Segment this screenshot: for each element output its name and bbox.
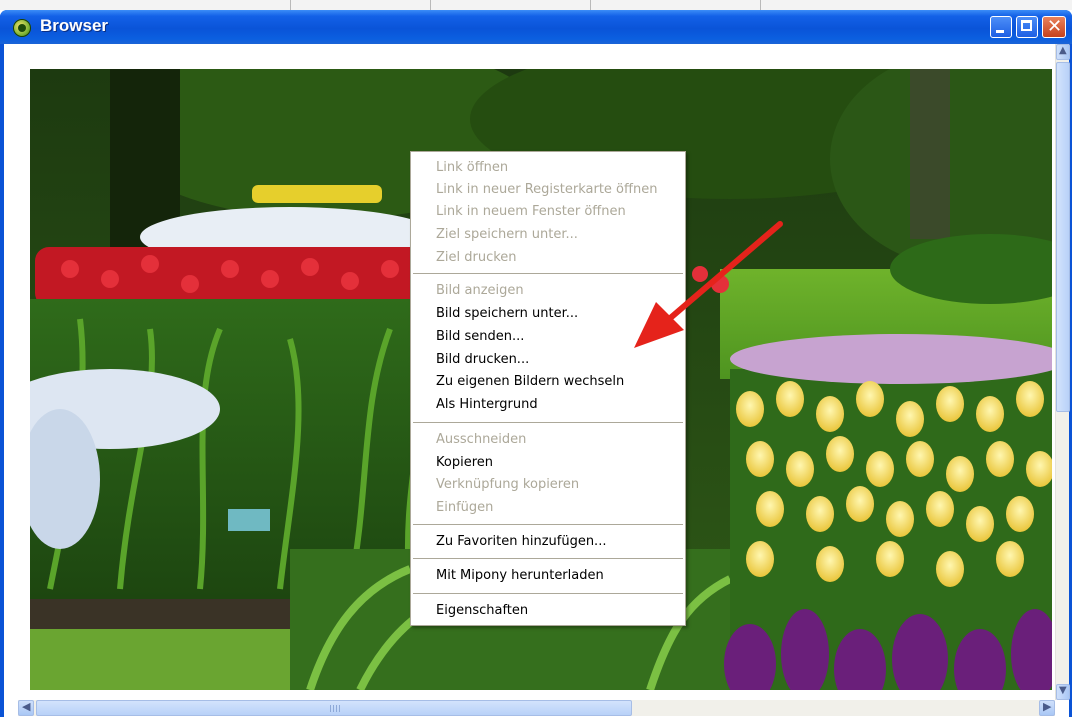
horizontal-scroll-thumb[interactable] [36, 700, 632, 716]
menu-item-bild-speichern-unter[interactable]: Bild speichern unter... [436, 303, 578, 325]
scroll-down-arrow-icon: ▼ [1059, 685, 1067, 696]
scroll-up-button[interactable]: ▲ [1056, 44, 1070, 60]
background-divider [760, 0, 761, 10]
menu-item-ausschneiden[interactable]: Ausschneiden [436, 429, 526, 451]
close-icon: ✕ [1047, 16, 1063, 37]
menu-item-eigenschaften[interactable]: Eigenschaften [436, 600, 528, 622]
menu-item-kopieren[interactable]: Kopieren [436, 452, 493, 474]
menu-item-bild-drucken[interactable]: Bild drucken... [436, 349, 529, 371]
menu-item-einfuegen[interactable]: Einfügen [436, 497, 493, 519]
menu-item-ziel-drucken[interactable]: Ziel drucken [436, 247, 517, 269]
menu-separator [413, 593, 683, 594]
menu-item-bild-senden[interactable]: Bild senden... [436, 326, 524, 348]
scroll-right-button[interactable]: ▶ [1039, 700, 1055, 716]
menu-item-verknuepfung-kopieren[interactable]: Verknüpfung kopieren [436, 474, 579, 496]
scroll-down-button[interactable]: ▼ [1056, 684, 1070, 700]
menu-item-zu-favoriten[interactable]: Zu Favoriten hinzufügen... [436, 531, 606, 553]
background-divider [590, 0, 591, 10]
menu-item-mit-mipony[interactable]: Mit Mipony herunterladen [436, 565, 604, 587]
scroll-right-arrow-icon: ▶ [1043, 700, 1052, 713]
scroll-grip-icon [330, 705, 340, 712]
maximize-icon [1021, 20, 1032, 31]
vertical-scroll-thumb[interactable] [1056, 62, 1070, 412]
menu-separator [413, 422, 683, 423]
app-icon[interactable] [13, 19, 31, 37]
maximize-button[interactable] [1016, 16, 1038, 38]
menu-item-zu-eigenen-bildern[interactable]: Zu eigenen Bildern wechseln [436, 371, 624, 393]
window-title: Browser [40, 16, 109, 35]
title-bar[interactable]: Browser ✕ [0, 10, 1072, 44]
menu-item-link-in-neuem-fenster[interactable]: Link in neuem Fenster öffnen [436, 201, 626, 223]
menu-item-link-oeffnen[interactable]: Link öffnen [436, 157, 508, 179]
menu-item-link-in-neuer-registerkarte[interactable]: Link in neuer Registerkarte öffnen [436, 179, 657, 201]
background-divider [430, 0, 431, 10]
menu-separator [413, 558, 683, 559]
vertical-scrollbar[interactable]: ▲ ▼ [1055, 44, 1070, 700]
scroll-up-arrow-icon: ▲ [1059, 45, 1067, 56]
context-menu: Link öffnen Link in neuer Registerkarte … [410, 151, 686, 626]
minimize-button[interactable] [990, 16, 1012, 38]
background-window-strip [0, 0, 1072, 10]
menu-separator [413, 524, 683, 525]
close-button[interactable]: ✕ [1042, 16, 1066, 38]
scroll-left-button[interactable]: ◀ [18, 700, 34, 716]
menu-item-als-hintergrund[interactable]: Als Hintergrund [436, 394, 538, 416]
menu-separator [413, 273, 683, 274]
background-divider [290, 0, 291, 10]
minimize-icon [996, 30, 1004, 33]
menu-item-bild-anzeigen[interactable]: Bild anzeigen [436, 280, 524, 302]
scroll-left-arrow-icon: ◀ [22, 700, 31, 713]
horizontal-scrollbar[interactable]: ◀ ▶ [18, 700, 1055, 716]
menu-item-ziel-speichern-unter[interactable]: Ziel speichern unter... [436, 224, 578, 246]
